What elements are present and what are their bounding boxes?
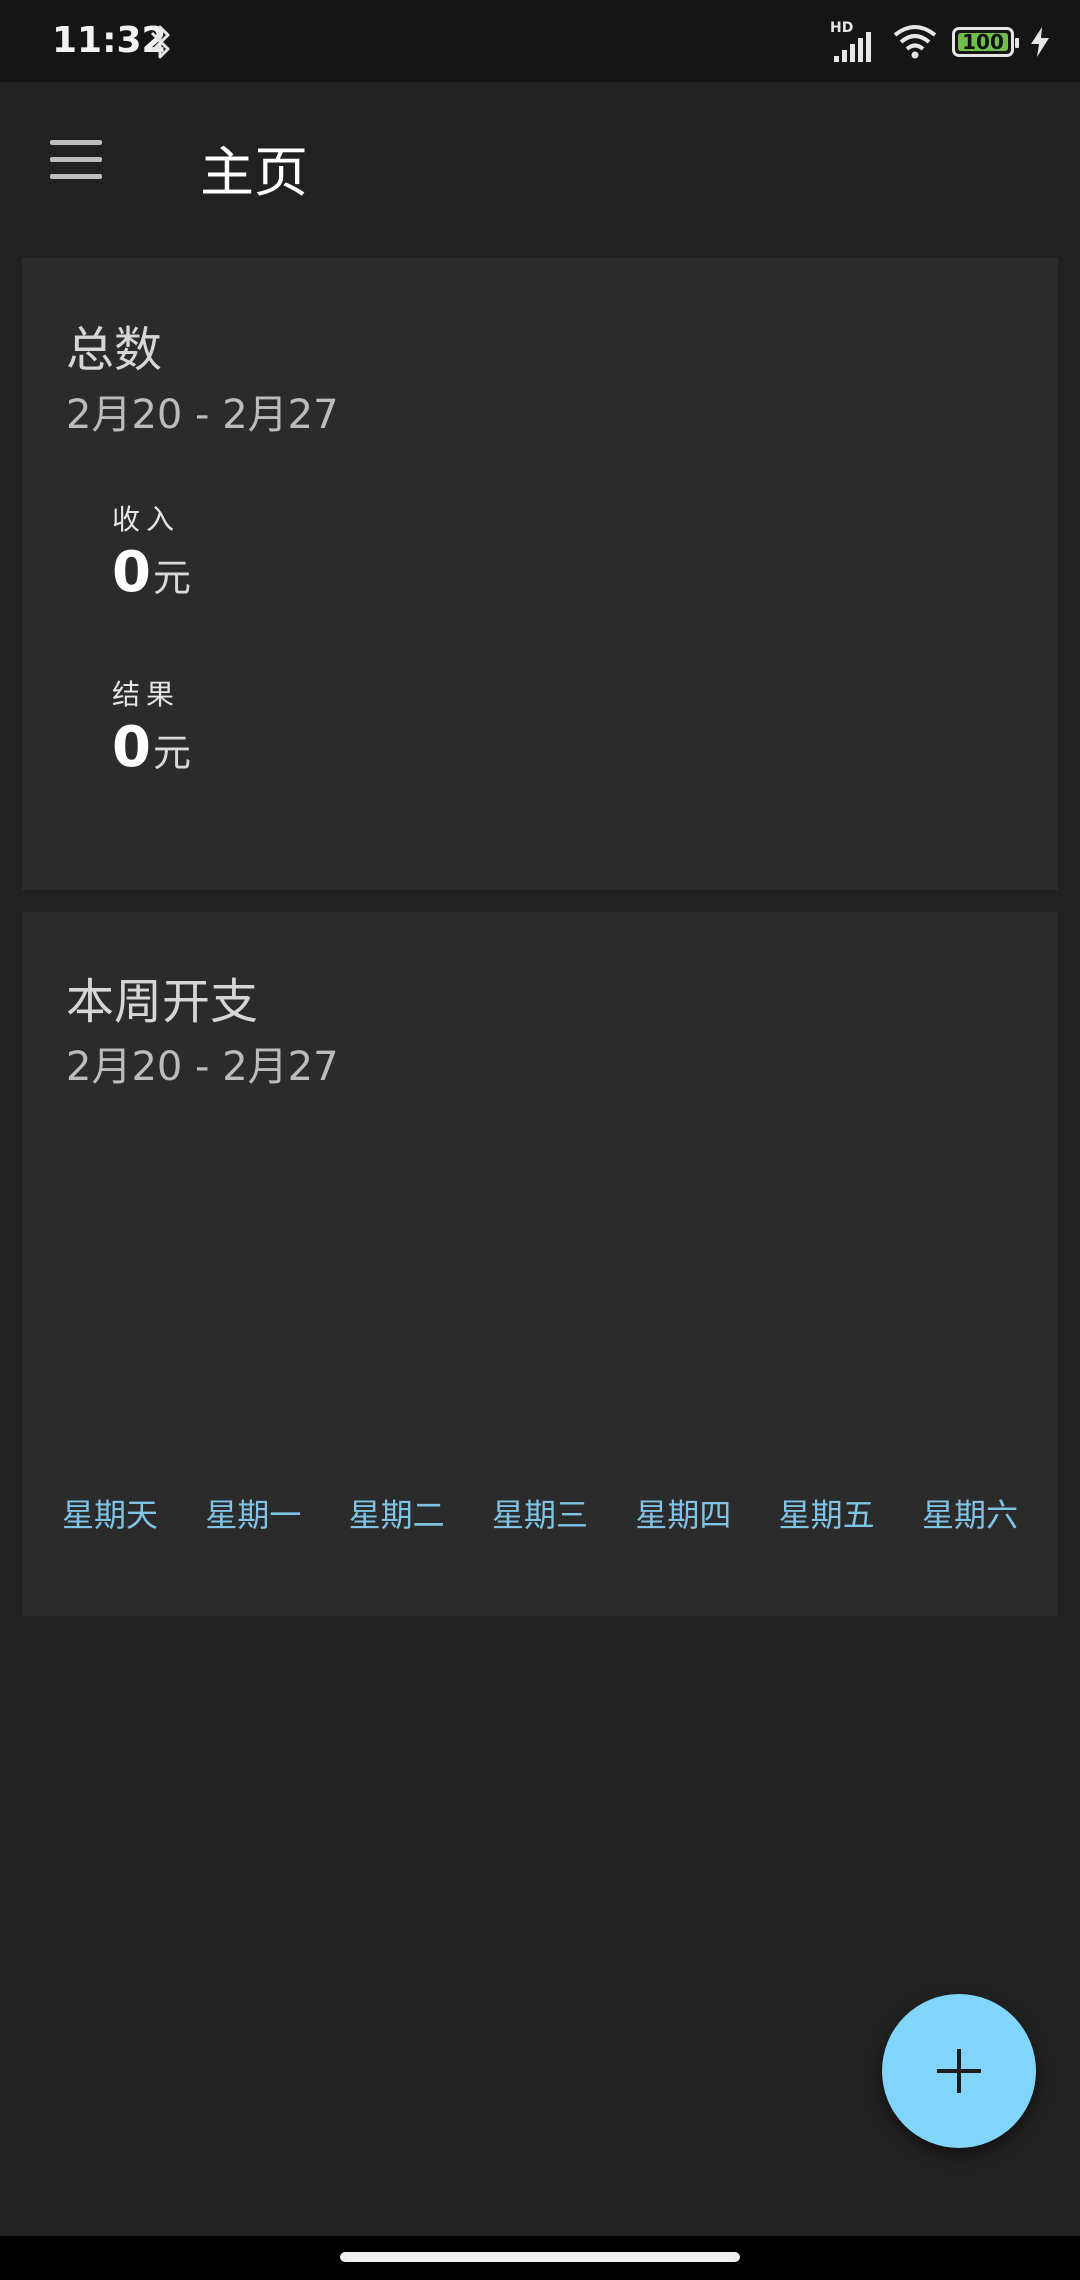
- summary-card-title: 总数: [66, 322, 163, 378]
- status-icons: HD 100: [830, 20, 1052, 64]
- wifi-icon: [893, 25, 937, 59]
- income-value: 0: [112, 540, 151, 605]
- result-metric: 结果 0元: [112, 673, 191, 780]
- hamburger-menu-icon[interactable]: [50, 140, 102, 180]
- status-bar: 11:32 HD 100: [0, 0, 1080, 82]
- weekly-date-range: 2月20 - 2月27: [66, 1044, 339, 1090]
- home-indicator[interactable]: [340, 2252, 740, 2262]
- battery-level: 100: [962, 30, 1004, 54]
- result-label: 结果: [112, 678, 181, 711]
- app-bar: 主页: [0, 82, 1080, 240]
- bluetooth-icon: [150, 25, 170, 59]
- weekly-card-title: 本周开支: [66, 974, 259, 1030]
- weekday-label: 星期四: [635, 1496, 732, 1534]
- page-title: 主页: [200, 141, 308, 204]
- weekly-expense-card: 本周开支 2月20 - 2月27 星期天 星期一 星期二 星期三 星期四 星期五…: [22, 912, 1058, 1616]
- income-value-row: 0元: [112, 540, 191, 605]
- weekday-axis: 星期天 星期一 星期二 星期三 星期四 星期五 星期六: [62, 1490, 1018, 1536]
- add-button[interactable]: [882, 1994, 1036, 2148]
- weekday-label: 星期二: [348, 1496, 445, 1534]
- navigation-bar: [0, 2236, 1080, 2280]
- weekday-label: 星期六: [921, 1496, 1018, 1534]
- weekday-label: 星期三: [491, 1496, 588, 1534]
- summary-card: 总数 2月20 - 2月27 收入 0元 结果 0元: [22, 258, 1058, 890]
- result-value: 0: [112, 715, 151, 780]
- charging-icon: [1031, 27, 1049, 57]
- result-unit: 元: [152, 731, 191, 775]
- weekday-label: 星期天: [62, 1496, 159, 1534]
- weekday-label: 星期一: [205, 1496, 302, 1534]
- income-metric: 收入 0元: [112, 498, 191, 605]
- income-unit: 元: [152, 556, 191, 600]
- plus-icon: [937, 2049, 981, 2093]
- income-label: 收入: [112, 503, 181, 536]
- weekday-label: 星期五: [778, 1496, 875, 1534]
- summary-date-range: 2月20 - 2月27: [66, 392, 339, 438]
- battery-icon: 100: [952, 27, 1019, 57]
- result-value-row: 0元: [112, 715, 191, 780]
- signal-icon: HD: [830, 20, 878, 64]
